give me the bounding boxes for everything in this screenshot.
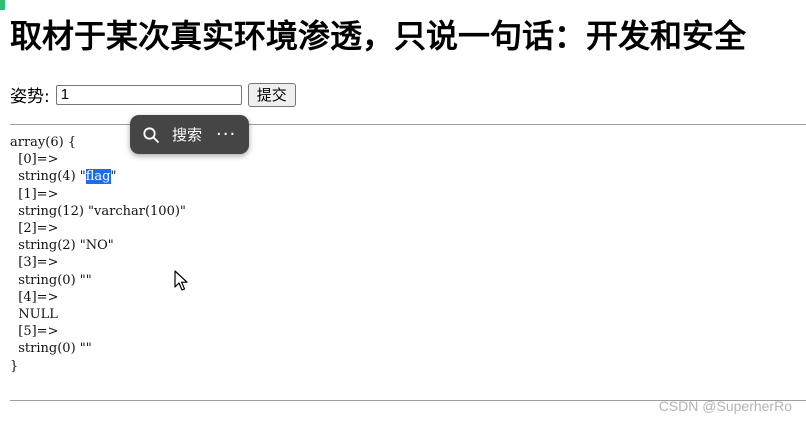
payload-input[interactable] [55,84,242,105]
dump-line: string(2) "NO" [10,238,114,254]
dump-line: [0]=> [10,152,59,168]
dump-line: NULL [10,307,58,323]
dump-line: [1]=> [10,186,59,202]
accent-bar [0,0,5,10]
var-dump-output: array(6) { [0]=> string(4) "flag" [1]=> … [10,134,186,375]
submit-button[interactable]: 提交 [247,82,296,107]
selected-text[interactable]: flag [85,169,111,185]
dump-line: string(4) "flag" [10,169,117,185]
more-icon[interactable]: ··· [216,125,236,144]
dump-line: string(0) "" [10,341,92,357]
mouse-cursor-icon [174,270,190,296]
watermark: CSDN @SuperherRo [658,398,792,414]
search-icon [142,126,160,144]
dump-line: [2]=> [10,221,59,237]
popup-search-button[interactable]: 搜索 [130,115,202,154]
payload-label: 姿势: [10,87,50,107]
dump-line: [4]=> [10,289,59,305]
dump-line: [3]=> [10,255,59,271]
dump-line: array(6) { [10,135,77,150]
payload-form: 姿势: 提交 [10,82,296,107]
dump-line: } [10,358,19,374]
dump-line: string(12) "varchar(100)" [10,203,186,219]
dump-line: string(0) "" [10,272,92,288]
page-title: 取材于某次真实环境渗透，只说一句话：开发和安全 [10,17,747,55]
selection-popup: 搜索 ··· [130,115,249,154]
popup-search-label: 搜索 [172,126,203,144]
dump-line: [5]=> [10,324,59,340]
